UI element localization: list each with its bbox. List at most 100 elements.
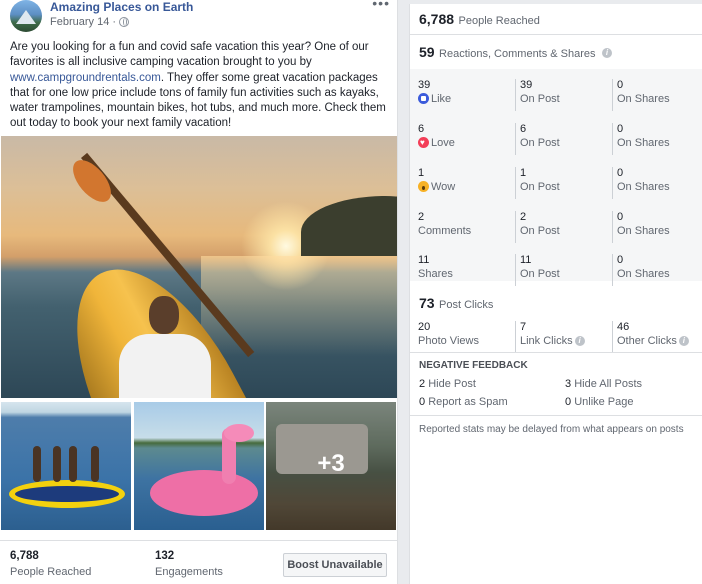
report-spam-value: 0 xyxy=(419,396,426,408)
post-header: Amazing Places on Earth February 14 · ••… xyxy=(10,0,390,34)
comments-total: 2 xyxy=(418,211,425,223)
love-row: 6 Love 6 On Post 0 On Shares xyxy=(410,123,702,167)
shares-total-cell: 11 Shares xyxy=(414,254,510,286)
info-icon[interactable]: i xyxy=(602,47,612,58)
photo-views-value: 20 xyxy=(418,321,431,333)
comments-on-post: 2 xyxy=(520,211,527,223)
like-on-shares: 0 xyxy=(617,79,624,91)
on-shares-label: On Shares xyxy=(617,137,670,149)
shares-label: Shares xyxy=(418,268,453,280)
boost-unavailable-button[interactable]: Boost Unavailable xyxy=(283,553,387,577)
other-clicks-cell: 46 Other Clicks i xyxy=(612,321,700,353)
hide-post-label: Hide Post xyxy=(428,378,476,390)
love-label: Love xyxy=(431,137,455,149)
comments-row: 2 Comments 2 On Post 0 On Shares xyxy=(410,211,702,255)
shares-on-shares-cell: 0 On Shares xyxy=(612,254,700,286)
post-text-part1: Are you looking for a fun and covid safe… xyxy=(10,41,369,69)
love-on-shares: 0 xyxy=(617,123,624,135)
hide-all-posts-label: Hide All Posts xyxy=(574,378,643,390)
post-clicks-value: 73 xyxy=(419,295,435,311)
wow-total-cell: 1 Wow xyxy=(414,167,510,199)
wow-row: 1 Wow 1 On Post 0 On Shares xyxy=(410,167,702,211)
unlike-page-stat: 0 Unlike Page xyxy=(565,396,634,408)
photo-views-label: Photo Views xyxy=(418,335,479,347)
like-total-cell: 39 Like xyxy=(414,79,510,111)
on-post-label: On Post xyxy=(520,93,560,105)
footer-reached-label: People Reached xyxy=(10,566,92,578)
post-text: Are you looking for a fun and covid safe… xyxy=(10,40,390,132)
comments-on-shares-cell: 0 On Shares xyxy=(612,211,700,243)
post-meta: February 14 · xyxy=(50,16,130,28)
wow-label: Wow xyxy=(431,181,456,193)
on-shares-label: On Shares xyxy=(617,268,670,280)
like-label: Like xyxy=(431,93,452,105)
divider xyxy=(410,415,702,416)
footer-engagements-value: 132 xyxy=(155,550,175,562)
footer-reached-value: 6,788 xyxy=(10,550,39,562)
wow-icon xyxy=(418,181,429,192)
report-spam-stat: 0 Report as Spam xyxy=(419,396,508,408)
post-date[interactable]: February 14 · xyxy=(50,16,116,28)
like-on-post: 39 xyxy=(520,79,533,91)
shares-row: 11 Shares 11 On Post 0 On Shares xyxy=(410,254,702,298)
other-clicks-value: 46 xyxy=(617,321,630,333)
stats-delay-note: Reported stats may be delayed from what … xyxy=(419,424,684,435)
post-clicks-label: Post Clicks xyxy=(439,299,494,311)
flamingo-head xyxy=(224,424,254,442)
person-shirt xyxy=(119,334,211,398)
water-trampoline xyxy=(9,480,125,508)
link-clicks-label: Link Clicks xyxy=(520,335,573,347)
reactions-value: 59 xyxy=(419,44,435,60)
shares-on-post-cell: 11 On Post xyxy=(515,254,611,286)
like-on-post-cell: 39 On Post xyxy=(515,79,611,111)
reached-section: 6,788 People Reached xyxy=(419,11,699,29)
main-photo-kayak[interactable] xyxy=(1,136,397,398)
campground-link[interactable]: www.campgroundrentals.com xyxy=(10,72,161,84)
person xyxy=(53,446,61,482)
info-icon[interactable]: i xyxy=(574,336,585,347)
comments-on-shares: 0 xyxy=(617,211,624,223)
love-on-shares-cell: 0 On Shares xyxy=(612,123,700,155)
love-on-post-cell: 6 On Post xyxy=(515,123,611,155)
reached-value: 6,788 xyxy=(419,11,455,27)
reached-label: People Reached xyxy=(458,15,540,27)
reactions-section: 59 Reactions, Comments & Shares i xyxy=(419,44,699,62)
photo-views-cell: 20 Photo Views xyxy=(414,321,510,353)
photo-rv-more[interactable]: +3 xyxy=(266,402,396,530)
wow-total: 1 xyxy=(418,167,425,179)
divider xyxy=(410,352,702,353)
like-icon xyxy=(418,93,429,104)
shares-on-post: 11 xyxy=(520,254,532,266)
post-footer: 6,788 People Reached 132 Engagements Boo… xyxy=(0,540,398,584)
on-post-label: On Post xyxy=(520,268,560,280)
page-name-link[interactable]: Amazing Places on Earth xyxy=(50,0,193,14)
on-shares-label: On Shares xyxy=(617,181,670,193)
photo-flamingo-float[interactable] xyxy=(134,402,264,530)
reactions-breakdown: 39Like 39On Post 0On Shares 6Love 6On Po… xyxy=(410,69,702,286)
hide-all-posts-value: 3 xyxy=(565,378,572,390)
on-shares-label: On Shares xyxy=(617,93,670,105)
person-head xyxy=(149,296,179,334)
post-clicks-section: 73 Post Clicks xyxy=(419,295,699,313)
more-options-icon[interactable]: ••• xyxy=(372,0,390,10)
info-icon[interactable]: i xyxy=(678,336,689,347)
wow-on-post-cell: 1 On Post xyxy=(515,167,611,199)
comments-on-post-cell: 2 On Post xyxy=(515,211,611,243)
link-clicks-cell: 7 Link Clicks i xyxy=(515,321,611,353)
on-post-label: On Post xyxy=(520,181,560,193)
insights-panel: 6,788 People Reached 59 Reactions, Comme… xyxy=(409,4,702,584)
photo-trampoline[interactable] xyxy=(1,402,131,530)
page-avatar[interactable] xyxy=(10,0,42,32)
unlike-page-label: Unlike Page xyxy=(574,396,634,408)
hide-post-stat: 2 Hide Post xyxy=(419,378,476,390)
person xyxy=(33,446,41,482)
more-photos-count: +3 xyxy=(317,450,345,477)
comments-label: Comments xyxy=(418,225,472,237)
love-icon xyxy=(418,136,429,149)
like-on-shares-cell: 0 On Shares xyxy=(612,79,700,111)
clicks-row: 20 Photo Views 7 Link Clicks i 46 Other Clic… xyxy=(410,321,702,365)
wow-on-shares-cell: 0 On Shares xyxy=(612,167,700,199)
love-total: 6 xyxy=(418,123,425,135)
footer-engagements-label: Engagements xyxy=(155,566,223,578)
on-shares-label: On Shares xyxy=(617,225,670,237)
